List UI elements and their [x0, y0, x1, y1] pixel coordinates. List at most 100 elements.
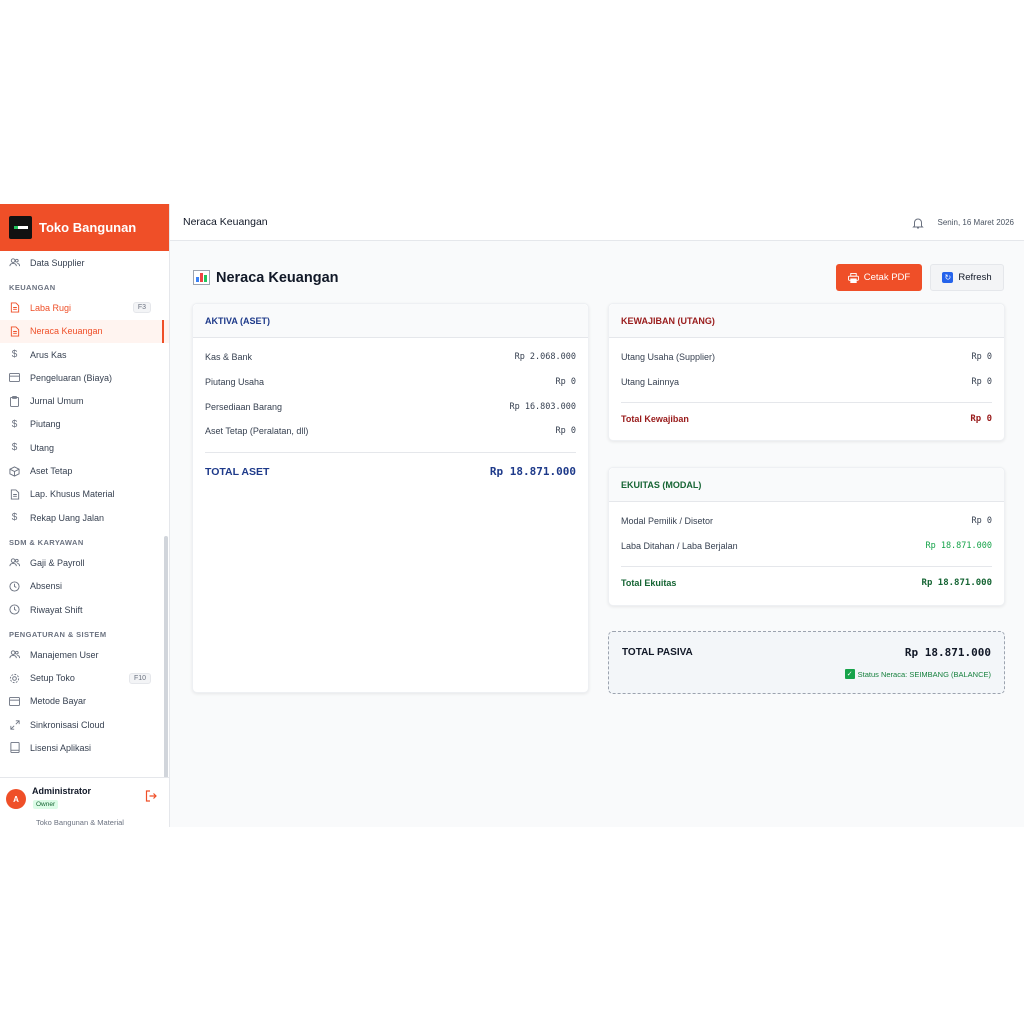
aktiva-card: AKTIVA (ASET) Kas & Bank Rp 2.068.000 Piu… [192, 303, 589, 693]
document-icon [9, 489, 20, 500]
shortcut-badge: F3 [132, 302, 151, 314]
total-label: Total Kewajiban [621, 414, 689, 425]
sidebar-item-riwayat-shift[interactable]: Riwayat Shift [0, 598, 169, 621]
pasiva-label: TOTAL PASIVA [622, 647, 693, 658]
row-label: Laba Ditahan / Laba Berjalan [621, 541, 738, 552]
app-window: Toko Bangunan Data Supplier KEUANGAN Lab… [0, 204, 1024, 827]
row-value: Rp 16.803.000 [509, 401, 576, 412]
topbar-title: Neraca Keuangan [183, 216, 268, 228]
print-pdf-button[interactable]: Cetak PDF [836, 264, 922, 291]
refresh-label: Refresh [958, 272, 992, 283]
total-value: Rp 18.871.000 [921, 578, 992, 589]
avatar: A [6, 789, 26, 809]
dollar-icon: $ [11, 442, 18, 454]
sidebar-item-jurnal-umum[interactable]: Jurnal Umum [0, 389, 169, 412]
total-label: TOTAL ASET [205, 465, 270, 478]
section-keuangan: KEUANGAN [9, 283, 56, 293]
sidebar-item-metode-bayar[interactable]: Metode Bayar [0, 690, 169, 713]
table-row: Persediaan Barang Rp 16.803.000 [193, 394, 588, 419]
sidebar-item-data-supplier[interactable]: Data Supplier [0, 251, 169, 274]
refresh-button[interactable]: ↻ Refresh [930, 264, 1004, 291]
sidebar-item-arus-kas[interactable]: $ Arus Kas [0, 343, 169, 366]
sidebar-item-label: Laba Rugi [30, 302, 72, 313]
sidebar-item-rekap-uang-jalan[interactable]: $ Rekap Uang Jalan [0, 506, 169, 529]
aktiva-title: AKTIVA (ASET) [193, 304, 588, 338]
sidebar-item-label: Piutang [30, 419, 61, 430]
card-icon [9, 372, 20, 383]
sidebar-item-setup-toko[interactable]: Setup Toko F10 [0, 666, 169, 689]
dollar-icon: $ [11, 349, 18, 361]
sidebar-item-label: Neraca Keuangan [30, 326, 103, 337]
sidebar-item-label: Gaji & Payroll [30, 557, 85, 568]
sidebar-item-label: Data Supplier [30, 257, 85, 268]
expand-icon [9, 719, 20, 730]
sidebar-item-label: Manajemen User [30, 649, 99, 660]
row-label: Piutang Usaha [205, 377, 265, 388]
sidebar-item-label: Pengeluaran (Biaya) [30, 372, 113, 383]
sidebar-item-manajemen-user[interactable]: Manajemen User [0, 643, 169, 666]
status-text: Status Neraca: SEIMBANG (BALANCE) [857, 669, 991, 679]
kewajiban-card: KEWAJIBAN (UTANG) Utang Usaha (Supplier)… [608, 303, 1005, 441]
book-icon [9, 742, 20, 754]
bell-icon[interactable] [911, 216, 924, 229]
sidebar-item-label: Riwayat Shift [30, 604, 83, 615]
sidebar-item-absensi[interactable]: Absensi [0, 575, 169, 598]
sidebar-item-lisensi-aplikasi[interactable]: Lisensi Aplikasi [0, 736, 169, 759]
sidebar-item-label: Metode Bayar [30, 696, 87, 707]
sidebar-item-label: Jurnal Umum [30, 396, 84, 407]
print-pdf-label: Cetak PDF [863, 272, 911, 283]
sidebar-item-label: Aset Tetap [30, 466, 73, 477]
row-label: Modal Pemilik / Disetor [621, 516, 714, 527]
box-icon [9, 465, 20, 477]
sidebar-scrollbar[interactable] [164, 536, 168, 777]
main-content: Neraca Keuangan Senin, 16 Maret 2026 Ner… [170, 204, 1024, 827]
total-value: Rp 0 [970, 414, 992, 425]
pasiva-value: Rp 18.871.000 [904, 646, 991, 659]
logout-icon[interactable] [145, 790, 157, 805]
table-row: Utang Lainnya Rp 0 [609, 370, 1004, 395]
row-label: Utang Lainnya [621, 377, 680, 388]
refresh-icon: ↻ [942, 272, 954, 283]
sidebar-item-piutang[interactable]: $ Piutang [0, 413, 169, 436]
store-name: Toko Bangunan & Material [36, 818, 124, 827]
sidebar-item-label: Sinkronisasi Cloud [30, 719, 105, 730]
sidebar-item-aset-tetap[interactable]: Aset Tetap [0, 459, 169, 482]
table-row: Laba Ditahan / Laba Berjalan Rp 18.871.00… [609, 534, 1004, 559]
sidebar-item-lap-khusus-material[interactable]: Lap. Khusus Material [0, 483, 169, 506]
section-sdm: SDM & KARYAWAN [9, 538, 84, 548]
sidebar-nav: Data Supplier KEUANGAN Laba Rugi F3 Nera… [0, 251, 169, 777]
total-row: TOTAL ASET Rp 18.871.000 [193, 453, 588, 491]
sidebar-item-gaji-payroll[interactable]: Gaji & Payroll [0, 551, 169, 574]
users-icon [9, 257, 20, 268]
sidebar-item-label: Lap. Khusus Material [30, 489, 115, 500]
dollar-icon: $ [11, 512, 18, 524]
row-value: Rp 0 [555, 426, 576, 437]
total-row: Total Kewajiban Rp 0 [609, 403, 1004, 435]
row-label: Kas & Bank [205, 352, 253, 363]
user-panel: A Administrator Owner Toko Bangunan & Ma… [0, 777, 169, 827]
clipboard-icon [9, 395, 20, 407]
current-date: Senin, 16 Maret 2026 [937, 217, 1015, 227]
document-icon [9, 302, 20, 313]
table-row: Utang Usaha (Supplier) Rp 0 [609, 345, 1004, 370]
row-value: Rp 0 [971, 377, 992, 388]
total-pasiva-panel: TOTAL PASIVA Rp 18.871.000 ✓ Status Nera… [608, 631, 1005, 694]
users-icon [9, 557, 20, 568]
table-row: Modal Pemilik / Disetor Rp 0 [609, 509, 1004, 534]
printer-icon [847, 272, 859, 283]
sidebar-item-utang[interactable]: $ Utang [0, 436, 169, 459]
brand-title: Toko Bangunan [39, 220, 137, 235]
total-value: Rp 18.871.000 [489, 465, 576, 479]
page-header: Neraca Keuangan Cetak PDF ↻ Refresh [193, 264, 1004, 291]
clock-icon [9, 581, 20, 592]
sidebar-item-neraca-keuangan[interactable]: Neraca Keuangan [0, 319, 169, 344]
row-value: Rp 0 [971, 516, 992, 527]
role-badge: Owner [33, 800, 59, 809]
balance-status: ✓ Status Neraca: SEIMBANG (BALANCE) [844, 669, 991, 679]
sidebar-item-sinkronisasi-cloud[interactable]: Sinkronisasi Cloud [0, 713, 169, 736]
topbar: Neraca Keuangan Senin, 16 Maret 2026 [170, 204, 1024, 241]
row-label: Aset Tetap (Peralatan, dll) [205, 426, 309, 437]
ekuitas-card: EKUITAS (MODAL) Modal Pemilik / Disetor R… [608, 467, 1005, 606]
sidebar-item-laba-rugi[interactable]: Laba Rugi F3 [0, 296, 169, 319]
sidebar-item-pengeluaran[interactable]: Pengeluaran (Biaya) [0, 366, 169, 389]
